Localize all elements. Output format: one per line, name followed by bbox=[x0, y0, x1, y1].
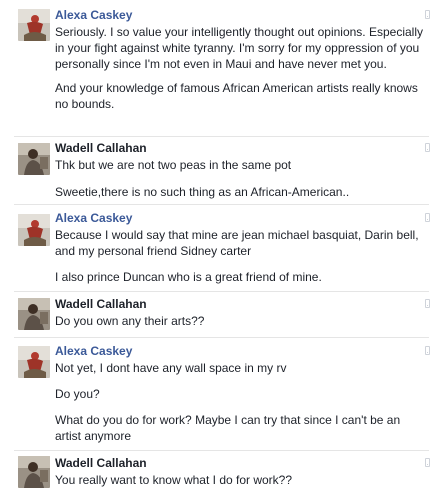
message-body: Do you own any their arts?? bbox=[55, 313, 425, 329]
avatar[interactable] bbox=[18, 9, 50, 41]
mobile-phone-icon bbox=[425, 10, 430, 19]
message-body: You really want to know what I do for wo… bbox=[55, 472, 425, 488]
message-text: Seriously. I so value your intelligently… bbox=[55, 25, 423, 71]
sender-name[interactable]: Wadell Callahan bbox=[55, 141, 147, 156]
message-text: Not yet, I dont have any wall space in m… bbox=[55, 361, 287, 375]
avatar[interactable] bbox=[18, 456, 50, 488]
message-body: Because I would say that mine are jean m… bbox=[55, 227, 425, 285]
message-body: Not yet, I dont have any wall space in m… bbox=[55, 360, 425, 444]
sender-name[interactable]: Alexa Caskey bbox=[55, 8, 132, 23]
sender-name[interactable]: Wadell Callahan bbox=[55, 456, 147, 471]
mobile-phone-icon bbox=[425, 143, 430, 152]
message-text: Because I would say that mine are jean m… bbox=[55, 228, 419, 258]
mobile-phone-icon bbox=[425, 299, 430, 308]
avatar[interactable] bbox=[18, 214, 50, 246]
sender-name[interactable]: Alexa Caskey bbox=[55, 344, 132, 359]
message-text: I also prince Duncan who is a great frie… bbox=[55, 270, 322, 284]
divider bbox=[14, 204, 429, 205]
message-text: Sweetie,there is no such thing as an Afr… bbox=[55, 185, 350, 199]
avatar[interactable] bbox=[18, 298, 50, 330]
message-body: Thk but we are not two peas in the same … bbox=[55, 157, 425, 200]
message-text: You really want to know what I do for wo… bbox=[55, 473, 293, 487]
message-text: Do you own any their arts?? bbox=[55, 314, 205, 328]
sender-name[interactable]: Alexa Caskey bbox=[55, 211, 132, 226]
divider bbox=[14, 450, 429, 451]
mobile-phone-icon bbox=[425, 458, 430, 467]
sender-name[interactable]: Wadell Callahan bbox=[55, 297, 147, 312]
message-text: What do you do for work? Maybe I can try… bbox=[55, 413, 401, 443]
mobile-phone-icon bbox=[425, 346, 430, 355]
message-text: And your knowledge of famous African Ame… bbox=[55, 81, 418, 111]
divider bbox=[14, 291, 429, 292]
message-text: Do you? bbox=[55, 387, 100, 401]
avatar[interactable] bbox=[18, 143, 50, 175]
message-text: Thk but we are not two peas in the same … bbox=[55, 158, 292, 172]
avatar[interactable] bbox=[18, 346, 50, 378]
divider bbox=[14, 337, 429, 338]
message-body: Seriously. I so value your intelligently… bbox=[55, 24, 425, 112]
mobile-phone-icon bbox=[425, 213, 430, 222]
divider bbox=[14, 136, 429, 137]
